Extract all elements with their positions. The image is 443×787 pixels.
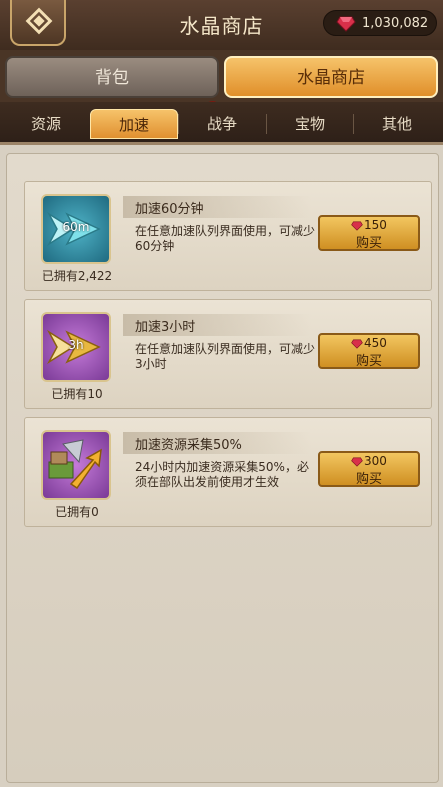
crystal-balance: 1,030,082 [323,10,437,36]
buy-label: 购买 [355,354,382,369]
tab-treasure[interactable]: 宝物 [266,109,354,139]
tab-resources[interactable]: 资源 [2,109,90,139]
item-name: 加速3小时 [135,320,196,335]
tab-other[interactable]: 其他 [353,109,441,139]
price-value: 150 [364,218,387,232]
item-list-panel: 60m 已拥有2,422 加速60分钟 在任意加速队列界面使用，可减少60分钟 … [6,153,439,783]
page-title: 水晶商店 [179,14,264,38]
main-tabs: 背包 水晶商店 [0,50,443,116]
gold-arrow-speedup-icon[interactable]: 3h [41,312,111,382]
resource-gather-speedup-icon[interactable] [41,430,111,500]
tab-backpack[interactable]: 背包 [5,56,219,98]
buy-button[interactable]: 450 购买 [318,333,420,369]
ruby-gem-icon [351,457,363,467]
diamond-back-icon [25,7,53,35]
owned-count: 已拥有10 [51,387,103,401]
item-description: 在任意加速队列界面使用，可减少3小时 [135,342,316,371]
shop-item-gather-speedup: 已拥有0 加速资源采集50% 24小时内加速资源采集50%，必须在部队出发前使用… [24,417,432,527]
ruby-gem-icon [351,339,363,349]
item-description: 在任意加速队列界面使用，可减少60分钟 [135,224,316,253]
tab-speedup[interactable]: 加速 [90,109,178,139]
tab-crystal-shop[interactable]: 水晶商店 [224,56,438,98]
crystal-amount: 1,030,082 [362,16,429,31]
buy-label: 购买 [355,472,382,487]
buy-button[interactable]: 300 购买 [318,451,420,487]
price-value: 450 [364,336,387,350]
duration-label: 3h [68,338,84,352]
price-value: 300 [364,454,387,468]
owned-count: 已拥有0 [55,505,99,519]
item-name: 加速60分钟 [135,202,204,217]
item-name: 加速资源采集50% [135,438,242,453]
ruby-gem-icon [336,16,356,32]
category-tabs: 资源 加速 战争 宝物 其他 [0,102,443,145]
shop-content: 60m 已拥有2,422 加速60分钟 在任意加速队列界面使用，可减少60分钟 … [0,145,443,787]
back-button[interactable] [10,0,66,46]
owned-count: 已拥有2,422 [41,269,113,283]
teal-arrow-speedup-icon[interactable]: 60m [41,194,111,264]
tab-war[interactable]: 战争 [178,109,266,139]
buy-button[interactable]: 150 购买 [318,215,420,251]
buy-label: 购买 [355,236,382,251]
duration-label: 60m [62,220,90,234]
header-bar: 水晶商店 1,030,082 [0,0,443,52]
item-description: 24小时内加速资源采集50%，必须在部队出发前使用才生效 [135,460,309,489]
shop-item-speedup-3h: 3h 已拥有10 加速3小时 在任意加速队列界面使用，可减少3小时 450 购买 [24,299,432,409]
shop-item-speedup-60m: 60m 已拥有2,422 加速60分钟 在任意加速队列界面使用，可减少60分钟 … [24,181,432,291]
ruby-gem-icon [351,221,363,231]
